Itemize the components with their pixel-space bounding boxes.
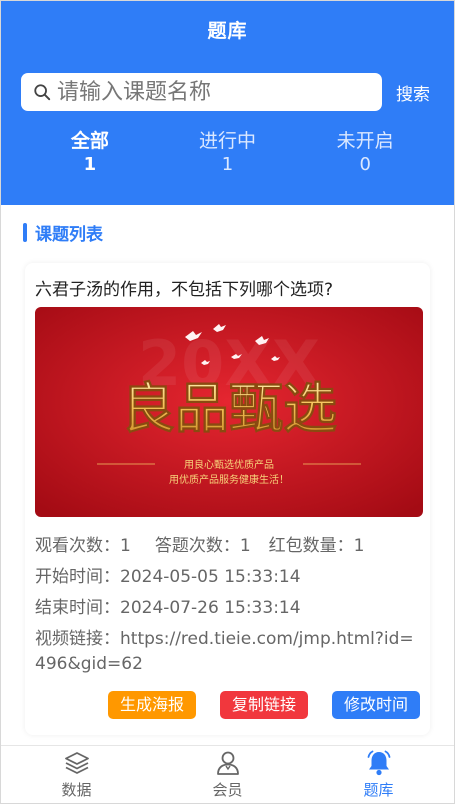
section-header: 课题列表 bbox=[1, 205, 454, 259]
tab-count: 1 bbox=[221, 154, 234, 175]
redpacket-count: 1 bbox=[353, 536, 365, 556]
layers-icon bbox=[64, 752, 89, 774]
views-count: 1 bbox=[120, 536, 131, 556]
search-button[interactable]: 搜索 bbox=[396, 80, 430, 105]
tab-label: 进行中 bbox=[199, 130, 257, 152]
section-title: 课题列表 bbox=[35, 224, 103, 245]
answers-label: 答题次数： bbox=[154, 536, 240, 556]
page-title-text: 题库 bbox=[207, 19, 248, 42]
page-title: 题库 bbox=[1, 1, 454, 57]
search-icon bbox=[34, 84, 51, 101]
banner-title: 良品甄选 bbox=[121, 376, 337, 440]
banner-image: 20XX 良品甄选 用良心甄选优质产品 用优质产品服务健康生活！ bbox=[35, 307, 423, 517]
start-time-row: 开始时间：2024-05-05 15:33:14 bbox=[35, 562, 420, 593]
video-link-row: 视频链接：https://red.tieie.com/jmp.html?id=4… bbox=[35, 624, 420, 677]
end-time-value: 2024-07-26 15:33:14 bbox=[120, 598, 301, 618]
end-time-label: 结束时间： bbox=[35, 598, 120, 618]
redpacket-label: 红包数量： bbox=[268, 536, 354, 556]
tab-all[interactable]: 全部 1 bbox=[21, 129, 159, 177]
search-row: 搜索 bbox=[21, 73, 434, 111]
tab-count: 0 bbox=[359, 154, 371, 175]
tab-not-started[interactable]: 未开启 0 bbox=[296, 129, 434, 177]
nav-label: 数据 bbox=[61, 781, 92, 799]
search-input[interactable] bbox=[57, 74, 382, 110]
edit-time-button[interactable]: 修改时间 bbox=[331, 691, 420, 719]
nav-item-question-bank[interactable]: 题库 bbox=[303, 746, 454, 803]
video-link-label: 视频链接： bbox=[35, 629, 120, 649]
bell-icon bbox=[367, 750, 390, 776]
copy-link-button[interactable]: 复制链接 bbox=[219, 691, 308, 719]
nav-label: 会员 bbox=[212, 781, 243, 799]
question-text: 六君子汤的作用，不包括下列哪个选项? bbox=[35, 280, 334, 300]
start-time-label: 开始时间： bbox=[35, 567, 120, 587]
app-frame: 题库 搜索 全部 1 进行中 1 未开启 0 bbox=[0, 0, 455, 804]
banner-line2: 用优质产品服务健康生活！ bbox=[169, 473, 289, 486]
user-icon bbox=[216, 751, 239, 775]
banner-line1: 用良心甄选优质产品 bbox=[184, 458, 274, 471]
topic-meta: 观看次数：1 答题次数：1 红包数量：1 开始时间：2024-05-05 15:33… bbox=[35, 531, 420, 677]
tab-label: 未开启 bbox=[336, 130, 394, 152]
topic-card[interactable]: 六君子汤的作用，不包括下列哪个选项? 20XX 良品甄选 用良心甄选优质产品 用… bbox=[25, 263, 430, 735]
views-label: 观看次数： bbox=[35, 536, 120, 556]
tab-count: 1 bbox=[83, 154, 97, 175]
section-accent-bar bbox=[23, 222, 27, 242]
tab-in-progress[interactable]: 进行中 1 bbox=[159, 129, 297, 177]
bottom-nav: 数据 会员 题库 bbox=[1, 745, 454, 803]
nav-label: 题库 bbox=[363, 781, 394, 799]
stats-row: 观看次数：1 答题次数：1 红包数量：1 bbox=[35, 531, 420, 562]
card-actions: 生成海报 复制链接 修改时间 bbox=[35, 691, 420, 719]
header-panel: 搜索 全部 1 进行中 1 未开启 0 bbox=[1, 57, 454, 205]
search-box[interactable] bbox=[21, 73, 382, 111]
generate-poster-button[interactable]: 生成海报 bbox=[107, 691, 196, 719]
status-tabs: 全部 1 进行中 1 未开启 0 bbox=[21, 129, 434, 177]
answers-count: 1 bbox=[239, 536, 251, 556]
tab-label: 全部 bbox=[70, 130, 109, 152]
nav-item-data[interactable]: 数据 bbox=[1, 746, 152, 803]
start-time-value: 2024-05-05 15:33:14 bbox=[120, 567, 301, 587]
end-time-row: 结束时间：2024-07-26 15:33:14 bbox=[35, 593, 420, 624]
nav-item-member[interactable]: 会员 bbox=[152, 746, 303, 803]
